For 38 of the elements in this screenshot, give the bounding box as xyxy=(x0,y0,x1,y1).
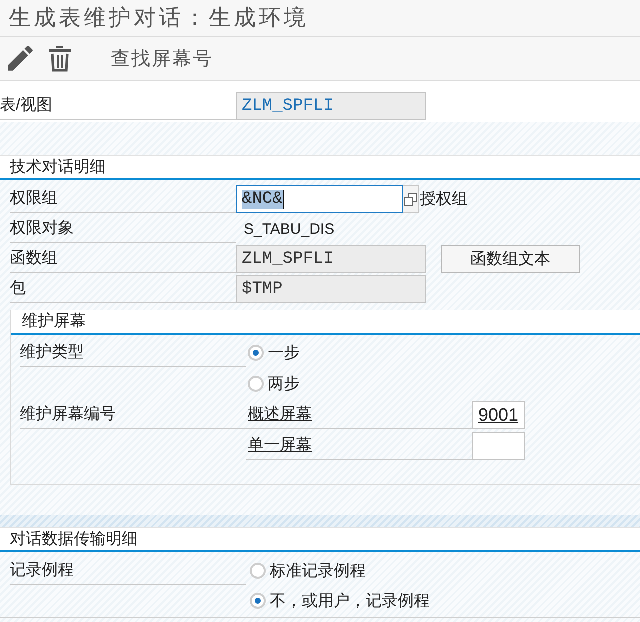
radio-label[interactable]: 标准记录例程 xyxy=(270,560,366,582)
field-label: 维护屏幕编号 xyxy=(20,404,116,425)
radio-label[interactable]: 一步 xyxy=(268,342,300,364)
value-help-button[interactable] xyxy=(403,185,419,213)
field-label: 表/视图 xyxy=(0,96,52,116)
trash-icon xyxy=(49,46,71,72)
field-label: 记录例程 xyxy=(10,561,74,581)
field-value: S_TABU_DIS xyxy=(244,220,335,238)
pencil-icon xyxy=(8,46,33,71)
input-field[interactable]: 9001 xyxy=(472,401,525,429)
radio-button[interactable] xyxy=(248,345,264,361)
function-group-text-button[interactable]: 函数组文本 xyxy=(441,245,580,273)
section-header: 对话数据传输明细 xyxy=(0,527,640,552)
section-header: 技术对话明细 xyxy=(0,155,640,180)
field-label: 权限组 xyxy=(10,189,58,209)
display-field: $TMP xyxy=(236,275,426,303)
section-header: 维护屏幕 xyxy=(11,310,640,335)
field-label: 权限对象 xyxy=(10,218,74,239)
display-field: ZLM_SPFLI xyxy=(236,92,426,120)
radio-button[interactable] xyxy=(250,593,266,609)
radio-button[interactable] xyxy=(250,563,266,579)
radio-label[interactable]: 两步 xyxy=(268,374,300,394)
radio-label[interactable]: 不，或用户，记录例程 xyxy=(270,590,430,612)
input-field[interactable]: &NC& xyxy=(236,185,403,213)
display-field: ZLM_SPFLI xyxy=(236,245,426,273)
field-label: 维护类型 xyxy=(20,342,84,363)
input-field[interactable] xyxy=(472,432,525,460)
window-title: 生成表维护对话：生成环境 xyxy=(9,4,309,32)
delete-button[interactable] xyxy=(49,46,71,72)
field-description: 授权组 xyxy=(420,190,468,210)
field-label[interactable]: 概述屏幕 xyxy=(246,404,312,425)
field-label[interactable]: 单一屏幕 xyxy=(246,435,312,456)
field-label: 包 xyxy=(10,279,26,299)
find-screen-button[interactable]: 查找屏幕号 xyxy=(111,46,214,72)
field-label: 函数组 xyxy=(10,249,58,269)
edit-button[interactable] xyxy=(8,46,33,71)
copy-icon xyxy=(404,192,417,206)
radio-button[interactable] xyxy=(248,376,264,392)
